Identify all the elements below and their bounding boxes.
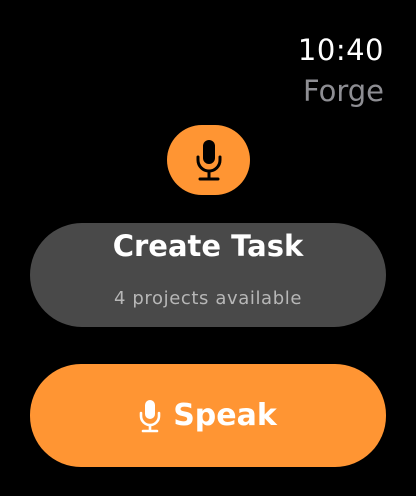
microphone-icon: [196, 140, 221, 181]
create-task-subtitle: 4 projects available: [114, 288, 302, 309]
speak-button[interactable]: Speak: [30, 364, 386, 467]
status-time: 10:40: [297, 33, 384, 67]
create-task-title: Create Task: [112, 229, 304, 263]
microphone-icon: [139, 399, 161, 432]
speak-label: Speak: [173, 397, 277, 433]
microphone-badge: [167, 125, 250, 195]
app-title: Forge: [302, 74, 384, 108]
